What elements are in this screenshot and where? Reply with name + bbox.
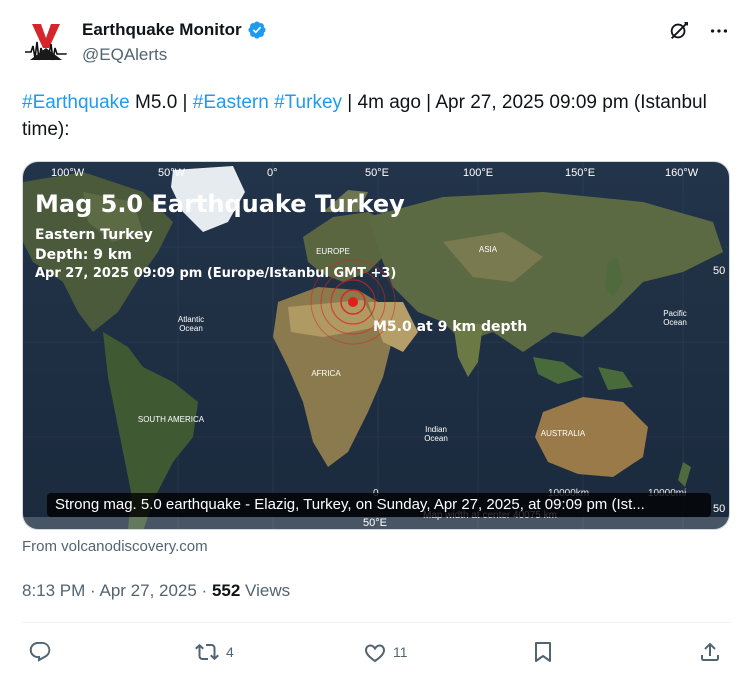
like-count: 11 <box>393 644 408 660</box>
hashtag-earthquake[interactable]: #Earthquake <box>22 92 130 113</box>
region-label: EUROPE <box>316 247 350 256</box>
world-map-image: 100°W 50°W 0° 50°E 100°E 150°E 160°W 50 … <box>23 162 729 529</box>
share-button[interactable] <box>698 640 722 664</box>
hashtag-turkey[interactable]: #Turkey <box>274 92 342 113</box>
region-label: Pacific <box>663 309 687 318</box>
region-label: ASIA <box>479 245 498 254</box>
lon-label: 50°W <box>158 167 186 179</box>
tweet-timestamp[interactable]: 8:13 PM · Apr 27, 2025 · <box>22 581 212 600</box>
verified-badge-icon <box>248 21 266 39</box>
heart-icon <box>364 644 386 663</box>
action-bar: 4 11 <box>22 640 732 674</box>
hashtag-eastern[interactable]: #Eastern <box>193 92 269 113</box>
repost-icon <box>195 643 219 661</box>
repost-count: 4 <box>226 644 234 660</box>
lon-label: 100°W <box>51 167 85 179</box>
lon-label: 160°W <box>665 167 699 179</box>
author-handle[interactable]: @EQAlerts <box>82 45 167 65</box>
reply-icon <box>29 642 51 662</box>
tweet-header: Earthquake Monitor @EQAlerts <box>22 18 732 70</box>
views-label: Views <box>240 581 291 600</box>
lat-label: 50°E <box>363 517 387 529</box>
lat-label: 50 <box>713 265 725 277</box>
region-label: Ocean <box>179 324 203 333</box>
divider <box>22 622 732 623</box>
author-display-name[interactable]: Earthquake Monitor <box>82 20 242 40</box>
region-label: AFRICA <box>311 369 341 378</box>
grok-icon[interactable] <box>666 18 692 44</box>
reply-button[interactable] <box>28 640 58 664</box>
share-icon <box>701 642 719 661</box>
region-label: Atlantic <box>178 315 204 324</box>
views-count: 552 <box>211 581 241 600</box>
like-button[interactable]: 11 <box>363 640 408 664</box>
bookmark-icon <box>535 642 551 662</box>
region-label: Ocean <box>663 318 687 327</box>
region-label: AUSTRALIA <box>541 429 586 438</box>
media-map-card[interactable]: 100°W 50°W 0° 50°E 100°E 150°E 160°W 50 … <box>22 161 730 530</box>
map-region: Eastern Turkey <box>35 227 153 243</box>
lon-label: 150°E <box>565 167 595 179</box>
tweet-text: #Earthquake M5.0 | #Eastern #Turkey | 4m… <box>22 89 732 143</box>
region-label: Indian <box>425 425 447 434</box>
tweet-meta: 8:13 PM · Apr 27, 2025 · 552 Views <box>22 581 290 601</box>
lat-label: 50 <box>713 503 725 515</box>
map-datetime: Apr 27, 2025 09:09 pm (Europe/Istanbul G… <box>35 266 396 281</box>
repost-button[interactable]: 4 <box>194 640 234 664</box>
card-source[interactable]: From volcanodiscovery.com <box>22 538 208 555</box>
map-title: Mag 5.0 Earthquake Turkey <box>35 190 405 218</box>
map-depth: Depth: 9 km <box>35 247 132 263</box>
tweet-text-segment: M5.0 | <box>129 92 193 113</box>
marker-label: M5.0 at 9 km depth <box>373 319 527 335</box>
region-label: SOUTH AMERICA <box>138 415 205 424</box>
author-avatar[interactable] <box>22 18 70 66</box>
media-caption: Strong mag. 5.0 earthquake - Elazig, Tur… <box>47 493 711 517</box>
lon-label: 0° <box>267 167 278 179</box>
more-options-icon[interactable] <box>706 18 732 44</box>
earthquake-seismograph-logo-icon <box>22 18 70 66</box>
region-label: Ocean <box>424 434 448 443</box>
lon-label: 100°E <box>463 167 493 179</box>
bookmark-button[interactable] <box>531 640 555 664</box>
lon-label: 50°E <box>365 167 389 179</box>
